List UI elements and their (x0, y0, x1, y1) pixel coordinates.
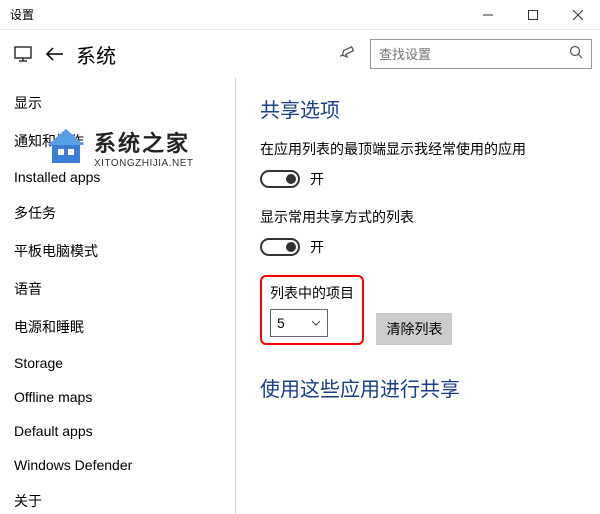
subsection-title: 使用这些应用进行共享 (260, 373, 600, 402)
search-box[interactable] (370, 39, 592, 69)
maximize-button[interactable] (510, 0, 555, 30)
back-button[interactable] (38, 46, 72, 62)
window-title: 设置 (0, 6, 465, 23)
window-controls (465, 0, 600, 30)
sidebar-item-default-apps[interactable]: Default apps (0, 414, 235, 448)
setting1-state: 开 (310, 169, 324, 189)
section-title: 共享选项 (260, 94, 600, 123)
setting1-label: 在应用列表的最顶端显示我经常使用的应用 (260, 139, 600, 159)
list-items-dropdown[interactable]: 5 (270, 309, 328, 337)
setting1-toggle[interactable] (260, 170, 300, 188)
sidebar-item-notifications[interactable]: 通知和操作 (0, 122, 235, 160)
search-input[interactable] (379, 47, 569, 62)
monitor-icon (8, 46, 38, 62)
sidebar-item-tablet-mode[interactable]: 平板电脑模式 (0, 232, 235, 270)
setting1-toggle-row: 开 (260, 169, 600, 189)
setting2-state: 开 (310, 237, 324, 257)
sidebar-item-offline-maps[interactable]: Offline maps (0, 380, 235, 414)
header: 系统 (0, 30, 600, 78)
dropdown-value: 5 (277, 315, 285, 331)
sidebar-item-multitask[interactable]: 多任务 (0, 194, 235, 232)
sidebar: 显示 通知和操作 Installed apps 多任务 平板电脑模式 语音 电源… (0, 78, 236, 514)
close-button[interactable] (555, 0, 600, 30)
sidebar-item-storage[interactable]: Storage (0, 346, 235, 380)
list-items-highlight: 列表中的项目 5 (260, 275, 364, 345)
setting2-toggle[interactable] (260, 238, 300, 256)
sidebar-item-display[interactable]: 显示 (0, 84, 235, 122)
chevron-down-icon (311, 318, 321, 329)
page-title: 系统 (76, 40, 334, 69)
sidebar-item-speech[interactable]: 语音 (0, 270, 235, 308)
pin-icon[interactable] (334, 46, 362, 62)
titlebar: 设置 (0, 0, 600, 30)
sidebar-item-installed-apps[interactable]: Installed apps (0, 160, 235, 194)
content: 共享选项 在应用列表的最顶端显示我经常使用的应用 开 显示常用共享方式的列表 开… (236, 78, 600, 514)
sidebar-item-power[interactable]: 电源和睡眠 (0, 308, 235, 346)
setting2-toggle-row: 开 (260, 237, 600, 257)
sidebar-item-about[interactable]: 关于 (0, 482, 235, 514)
setting2-label: 显示常用共享方式的列表 (260, 207, 600, 227)
search-icon (569, 45, 583, 64)
clear-list-button[interactable]: 清除列表 (376, 313, 452, 345)
sidebar-item-defender[interactable]: Windows Defender (0, 448, 235, 482)
body: 显示 通知和操作 Installed apps 多任务 平板电脑模式 语音 电源… (0, 78, 600, 514)
minimize-button[interactable] (465, 0, 510, 30)
list-items-label: 列表中的项目 (270, 283, 354, 303)
